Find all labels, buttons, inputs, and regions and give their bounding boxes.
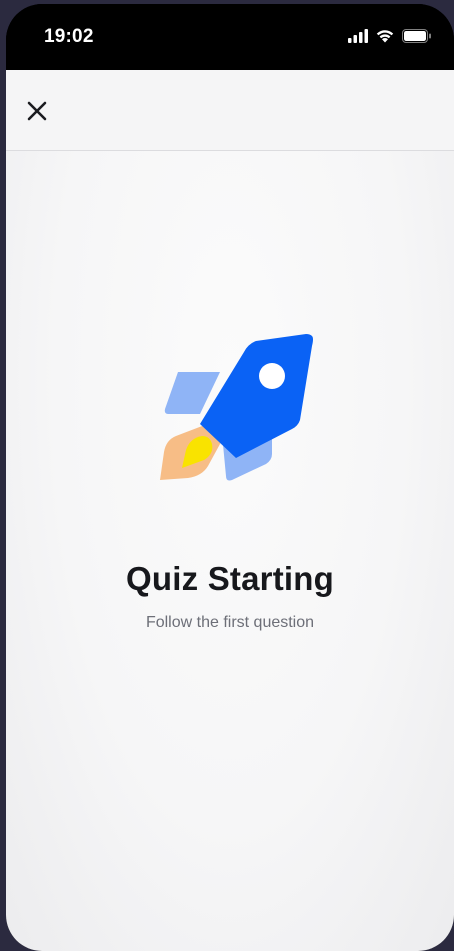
close-icon bbox=[27, 101, 47, 121]
nav-bar bbox=[6, 70, 454, 151]
rocket-icon bbox=[160, 334, 313, 481]
close-button[interactable] bbox=[22, 96, 52, 126]
battery-icon bbox=[402, 28, 431, 43]
status-icons bbox=[348, 28, 432, 43]
page-subtitle: Follow the first question bbox=[145, 614, 315, 631]
phone-frame: 19:02 Quiz Starting Follow the first que… bbox=[6, 4, 454, 951]
status-bar: 19:02 bbox=[6, 4, 454, 70]
quiz-start-screen: Quiz Starting Follow the first question bbox=[6, 70, 454, 951]
signal-icon bbox=[348, 28, 368, 43]
wifi-icon bbox=[376, 30, 394, 43]
status-time: 19:02 bbox=[44, 26, 94, 47]
page-title: Quiz Starting bbox=[126, 560, 334, 597]
